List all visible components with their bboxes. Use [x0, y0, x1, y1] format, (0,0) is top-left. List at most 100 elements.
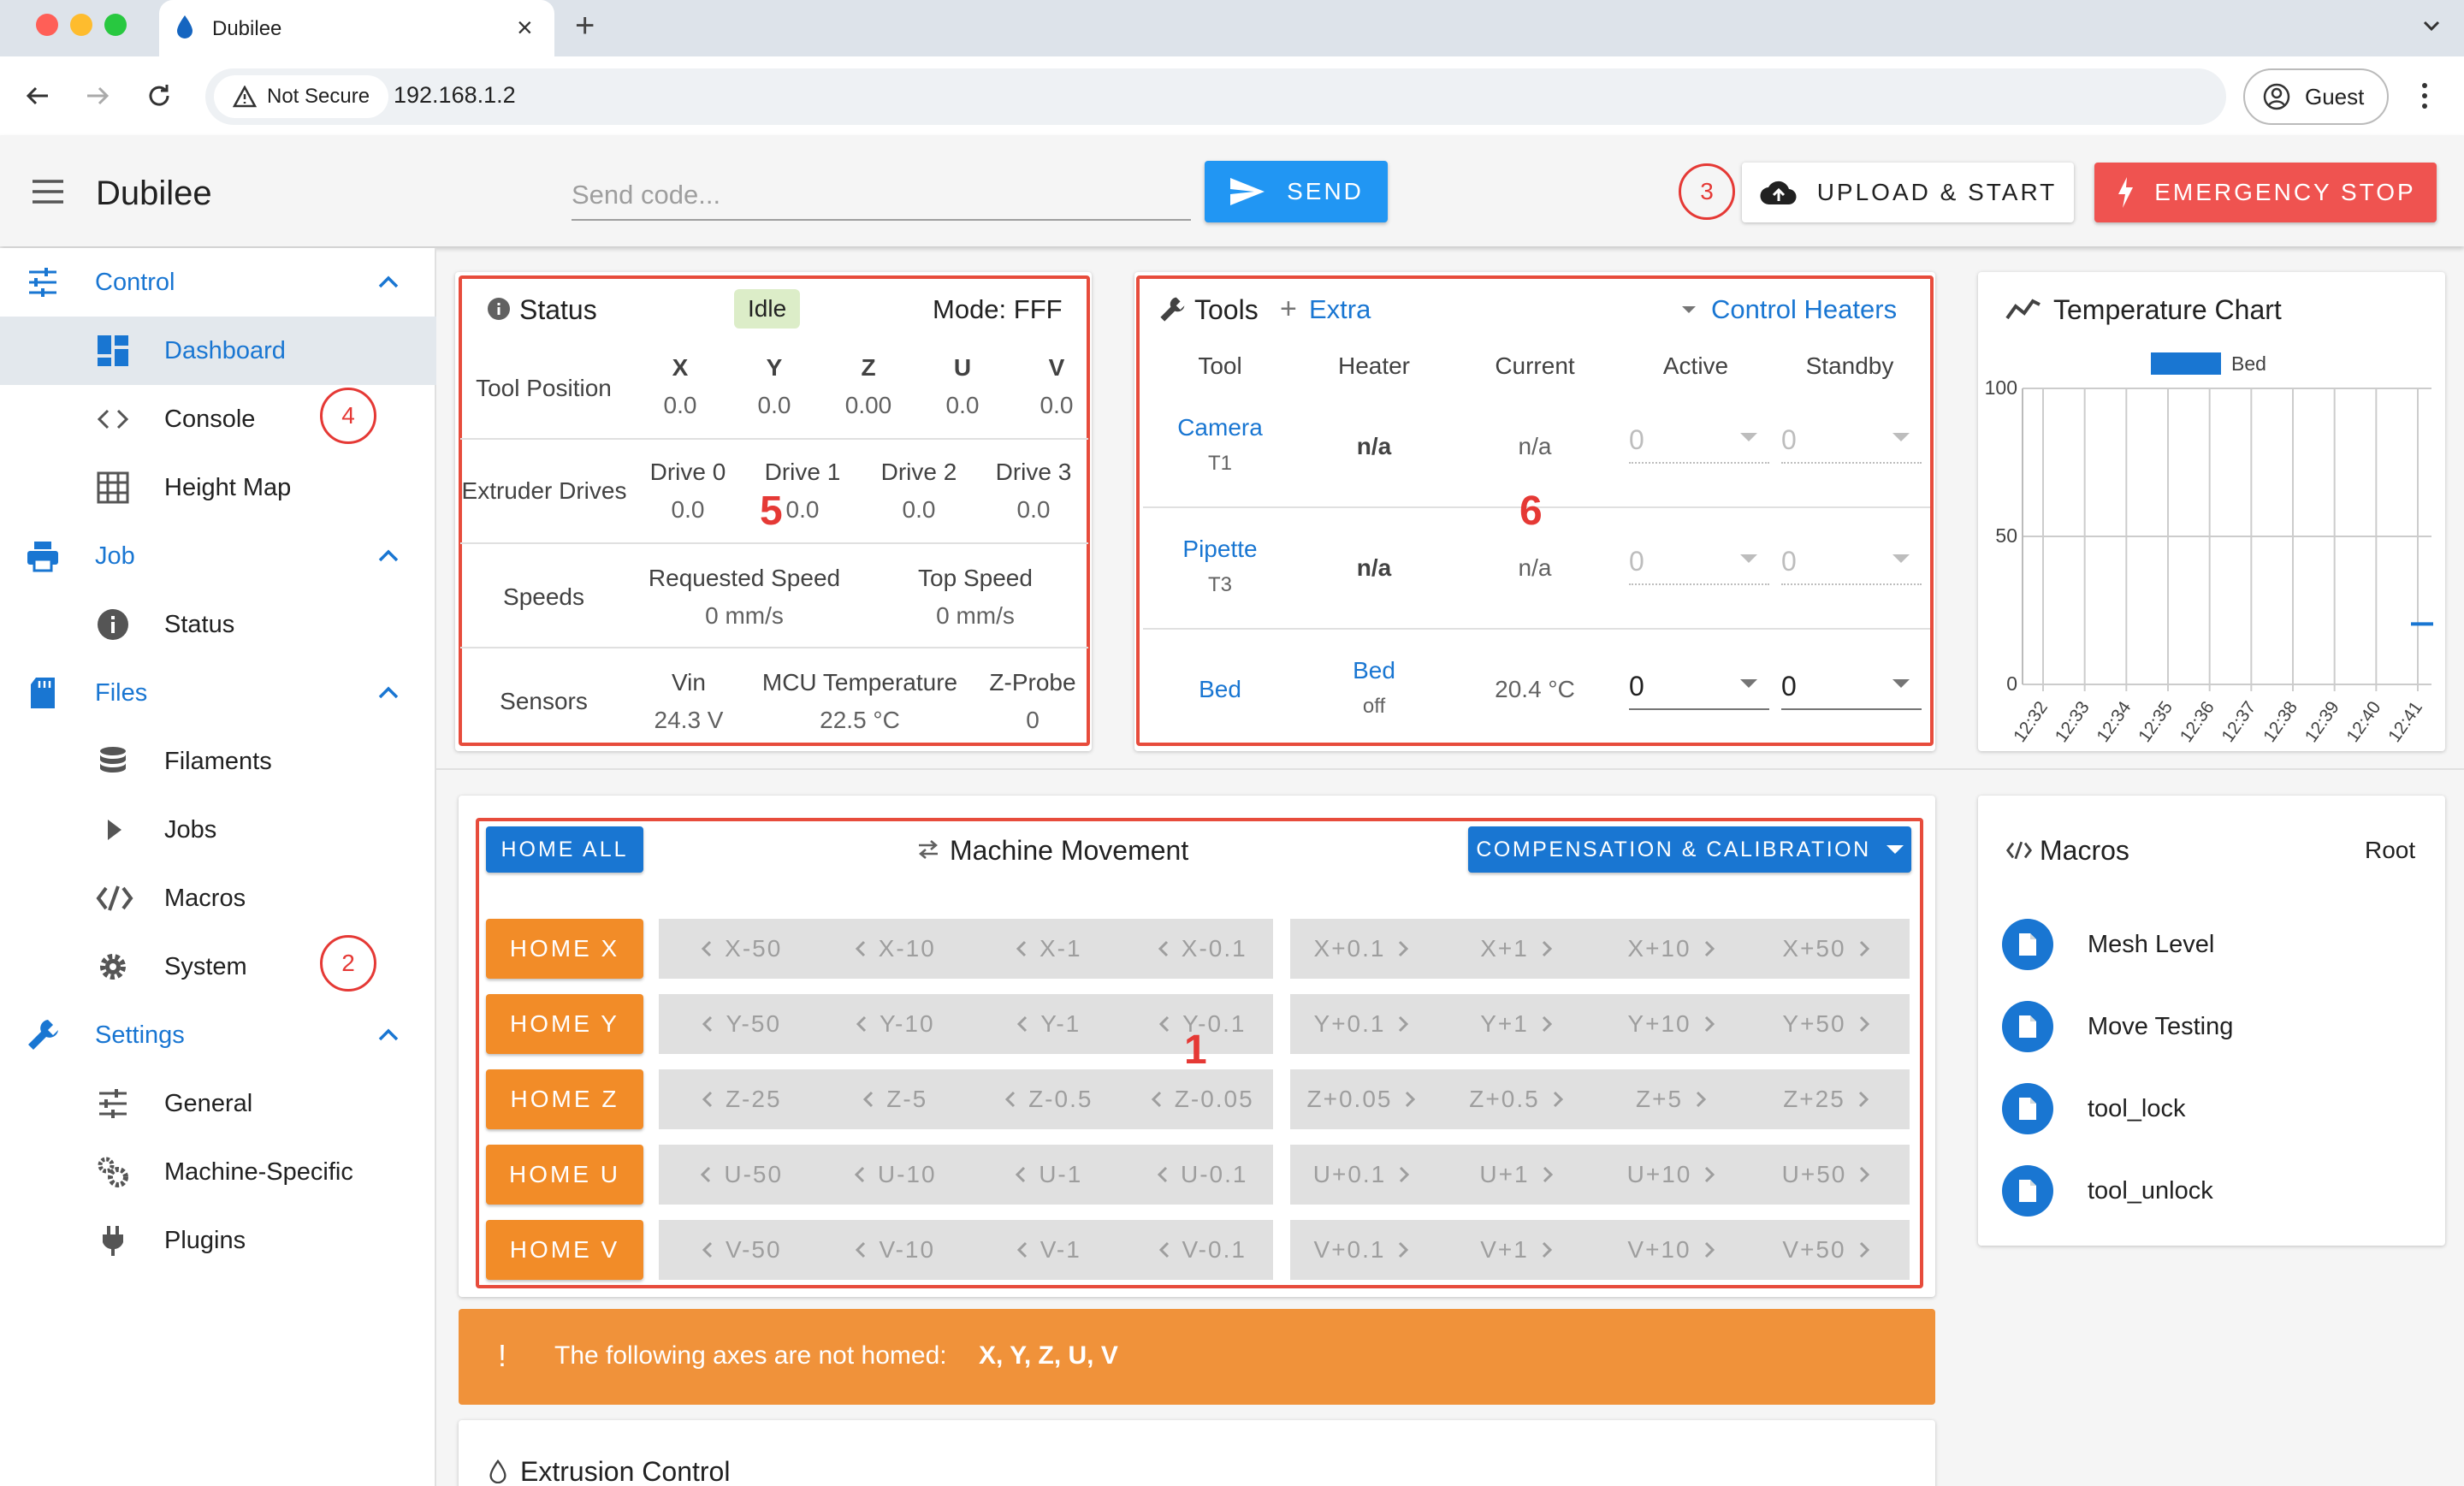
move-negative-button[interactable]: Z-5 — [813, 1069, 967, 1129]
move-positive-button[interactable]: Y+50 — [1755, 994, 1910, 1054]
home-axis-button[interactable]: HOME Z — [486, 1069, 643, 1129]
security-chip[interactable]: Not Secure — [214, 75, 389, 118]
url-text[interactable]: 192.168.1.2 — [394, 82, 516, 109]
home-axis-button[interactable]: HOME Y — [486, 994, 643, 1054]
compensation-calibration-button[interactable]: COMPENSATION & CALIBRATION — [1468, 826, 1911, 873]
window-close-button[interactable] — [36, 14, 58, 36]
move-positive-button[interactable]: U+1 — [1445, 1145, 1600, 1205]
move-negative-button[interactable]: Z-0.5 — [966, 1069, 1120, 1129]
sidebar-item-macros[interactable]: Macros — [0, 864, 436, 932]
browser-tab[interactable]: Dubilee × — [159, 0, 554, 56]
move-positive-button[interactable]: Z+0.5 — [1445, 1069, 1600, 1129]
move-positive-button[interactable]: U+10 — [1600, 1145, 1755, 1205]
move-positive-button[interactable]: V+0.1 — [1290, 1220, 1445, 1280]
move-positive-button[interactable]: V+1 — [1445, 1220, 1600, 1280]
move-positive-button[interactable]: V+50 — [1755, 1220, 1910, 1280]
active-temp-select[interactable]: 0 — [1629, 662, 1769, 710]
sidebar-item-dashboard[interactable]: Dashboard — [0, 317, 436, 385]
tool-name-link[interactable]: Pipette — [1152, 536, 1288, 563]
standby-temp-select[interactable]: 0 — [1781, 537, 1922, 585]
send-button[interactable]: SEND — [1205, 161, 1388, 222]
macros-breadcrumb-root[interactable]: Root — [2365, 837, 2415, 864]
move-negative-button[interactable]: Y-50 — [659, 994, 813, 1054]
profile-button[interactable]: Guest — [2243, 68, 2389, 125]
chevron-left-icon — [1017, 1015, 1028, 1033]
standby-temp-select[interactable]: 0 — [1781, 662, 1922, 710]
move-positive-button[interactable]: X+10 — [1600, 919, 1755, 979]
move-negative-button[interactable]: Z-0.05 — [1120, 1069, 1274, 1129]
move-negative-button[interactable]: Y-10 — [813, 994, 967, 1054]
forward-arrow-icon[interactable] — [82, 80, 113, 111]
move-positive-button[interactable]: Z+0.05 — [1290, 1069, 1445, 1129]
move-positive-button[interactable]: V+10 — [1600, 1220, 1755, 1280]
move-negative-button[interactable]: U-1 — [966, 1145, 1120, 1205]
heater-name-link[interactable]: Bed — [1306, 657, 1442, 684]
new-tab-button[interactable]: + — [575, 7, 595, 45]
standby-temp-select[interactable]: 0 — [1781, 416, 1922, 464]
standby-temp-value: 0 — [1781, 671, 1797, 702]
sidebar-item-filaments[interactable]: Filaments — [0, 727, 436, 796]
move-positive-button[interactable]: Z+5 — [1600, 1069, 1755, 1129]
move-negative-button[interactable]: Y-1 — [966, 994, 1120, 1054]
nav-group-control[interactable]: Control — [0, 248, 436, 317]
move-negative-button[interactable]: X-50 — [659, 919, 813, 979]
nav-group-files[interactable]: Files — [0, 659, 436, 727]
emergency-stop-button[interactable]: EMERGENCY STOP — [2094, 163, 2437, 222]
browser-menu-icon[interactable] — [2418, 80, 2431, 111]
move-negative-button[interactable]: Z-25 — [659, 1069, 813, 1129]
sidebar-item-jobs[interactable]: Jobs — [0, 796, 436, 864]
move-negative-button[interactable]: V-1 — [966, 1220, 1120, 1280]
extra-button[interactable]: Extra — [1309, 294, 1371, 325]
move-negative-button[interactable]: V-10 — [813, 1220, 967, 1280]
window-minimize-button[interactable] — [70, 14, 92, 36]
move-positive-button[interactable]: X+1 — [1445, 919, 1600, 979]
move-positive-button[interactable]: Y+0.1 — [1290, 994, 1445, 1054]
window-zoom-button[interactable] — [104, 14, 127, 36]
sidebar-item-height-map[interactable]: Height Map — [0, 453, 436, 522]
macro-item[interactable]: tool_lock — [2002, 1068, 2464, 1150]
tool-name-link[interactable]: Bed — [1152, 676, 1288, 703]
sidebar-item-general[interactable]: General — [0, 1069, 436, 1138]
move-negative-button[interactable]: X-10 — [813, 919, 967, 979]
move-positive-button[interactable]: X+0.1 — [1290, 919, 1445, 979]
move-negative-button[interactable]: U-10 — [813, 1145, 967, 1205]
home-axis-button[interactable]: HOME U — [486, 1145, 643, 1205]
macro-item[interactable]: tool_unlock — [2002, 1150, 2464, 1232]
active-temp-select[interactable]: 0 — [1629, 537, 1769, 585]
move-negative-button[interactable]: X-0.1 — [1120, 919, 1274, 979]
tool-name-link[interactable]: Camera — [1152, 414, 1288, 441]
tab-search-chevron-icon[interactable] — [2418, 12, 2445, 39]
nav-group-settings[interactable]: Settings — [0, 1001, 436, 1069]
add-icon[interactable]: + — [1280, 293, 1297, 326]
home-axis-button[interactable]: HOME X — [486, 919, 643, 979]
move-negative-button[interactable]: V-50 — [659, 1220, 813, 1280]
move-positive-button[interactable]: Y+1 — [1445, 994, 1600, 1054]
nav-group-job[interactable]: Job — [0, 522, 436, 590]
move-positive-button[interactable]: U+50 — [1755, 1145, 1910, 1205]
tab-close-icon[interactable]: × — [517, 12, 533, 44]
move-negative-button[interactable]: X-1 — [966, 919, 1120, 979]
move-negative-button[interactable]: U-50 — [659, 1145, 813, 1205]
move-positive-button[interactable]: Z+25 — [1755, 1069, 1910, 1129]
move-label: Y+0.1 — [1313, 1010, 1386, 1037]
move-positive-button[interactable]: U+0.1 — [1290, 1145, 1445, 1205]
home-axis-button[interactable]: HOME V — [486, 1220, 643, 1280]
control-heaters-button[interactable]: Control Heaters — [1711, 294, 1897, 325]
reload-icon[interactable] — [144, 80, 175, 111]
move-positive-button[interactable]: Y+10 — [1600, 994, 1755, 1054]
y-tick-label: 100 — [1985, 376, 2017, 399]
sidebar-item-status[interactable]: Status — [0, 590, 436, 659]
home-all-button[interactable]: HOME ALL — [486, 826, 643, 873]
move-negative-button[interactable]: V-0.1 — [1120, 1220, 1274, 1280]
macro-item[interactable]: Mesh Level — [2002, 903, 2464, 986]
hamburger-menu-icon[interactable] — [31, 178, 65, 205]
back-arrow-icon[interactable] — [22, 80, 53, 111]
move-positive-button[interactable]: X+50 — [1755, 919, 1910, 979]
sidebar-item-plugins[interactable]: Plugins — [0, 1206, 436, 1275]
sidebar-item-machine-specific[interactable]: Machine-Specific — [0, 1138, 436, 1206]
active-temp-select[interactable]: 0 — [1629, 416, 1769, 464]
macro-item[interactable]: Move Testing — [2002, 986, 2464, 1068]
upload-start-button[interactable]: UPLOAD & START — [1742, 163, 2074, 222]
code-input[interactable]: Send code... — [572, 171, 1191, 221]
move-negative-button[interactable]: U-0.1 — [1120, 1145, 1274, 1205]
